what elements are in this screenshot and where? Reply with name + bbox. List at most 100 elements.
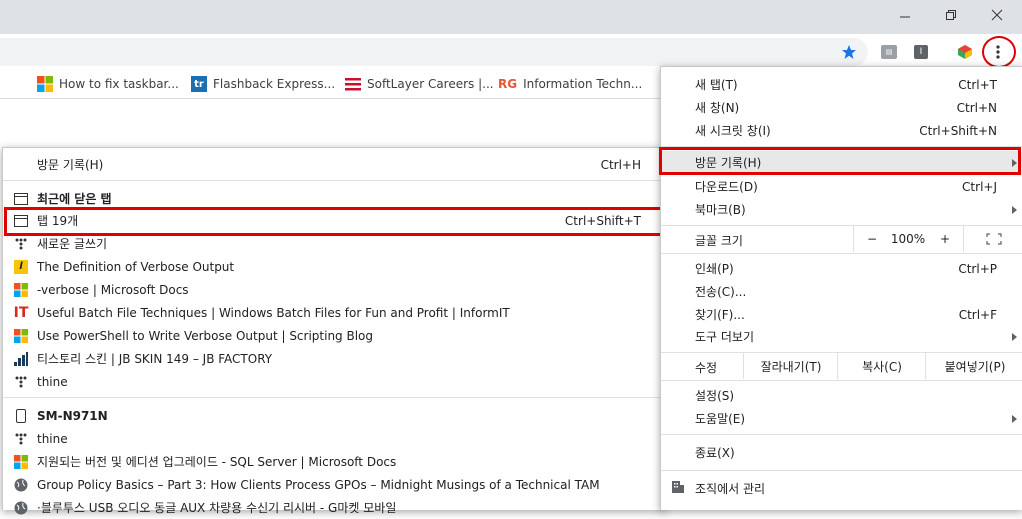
history-entry-label: The Definition of Verbose Output bbox=[37, 259, 235, 274]
zoom-level: 100% bbox=[889, 226, 927, 252]
zoom-value: 100% bbox=[890, 232, 926, 246]
device-label: SM-N971N bbox=[37, 408, 108, 423]
tr-logo-icon: tr bbox=[191, 76, 207, 92]
history-entry-label: Use PowerShell to Write Verbose Output |… bbox=[37, 328, 374, 343]
menu-print[interactable]: 인쇄(P) Ctrl+P bbox=[661, 257, 1022, 280]
close-icon bbox=[991, 9, 1003, 21]
dots-icon bbox=[13, 431, 29, 447]
restore-button[interactable] bbox=[928, 0, 974, 30]
history-entry[interactable]: Group Policy Basics – Part 3: How Client… bbox=[3, 473, 665, 496]
history-entry[interactable]: 지원되는 버전 및 에디션 업그레이드 - SQL Server | Micro… bbox=[3, 450, 665, 473]
extension-button-3[interactable] bbox=[955, 42, 975, 62]
history-entry[interactable]: 티스토리 스킨 | JB SKIN 149 – JB FACTORY bbox=[3, 347, 665, 370]
bookmark-star-button[interactable] bbox=[839, 42, 859, 62]
history-entry[interactable]: thine bbox=[3, 427, 665, 450]
separator bbox=[661, 470, 1022, 471]
menu-label: 찾기(F)... bbox=[695, 308, 745, 322]
history-entry-label: -verbose | Microsoft Docs bbox=[37, 282, 189, 297]
device-header: SM-N971N bbox=[3, 404, 665, 427]
history-entry-label: 티스토리 스킨 | JB SKIN 149 – JB FACTORY bbox=[37, 352, 273, 366]
separator bbox=[661, 380, 1022, 381]
menu-label: 새 탭(T) bbox=[695, 78, 738, 92]
history-entry[interactable]: IT Useful Batch File Techniques | Window… bbox=[3, 301, 665, 324]
restore-icon bbox=[946, 10, 956, 20]
zoom-out-button[interactable]: − bbox=[853, 226, 890, 252]
menu-find[interactable]: 찾기(F)... Ctrl+F bbox=[661, 303, 1022, 326]
menu-cast[interactable]: 전송(C)... bbox=[661, 280, 1022, 303]
fullscreen-button[interactable] bbox=[963, 226, 1022, 252]
menu-shortcut: Ctrl+J bbox=[962, 179, 997, 194]
history-menu-highlight bbox=[659, 147, 1021, 175]
menu-label: 다운로드(D) bbox=[695, 180, 758, 194]
address-bar[interactable] bbox=[0, 38, 868, 66]
close-window-button[interactable] bbox=[974, 0, 1020, 30]
menu-label: 종료(X) bbox=[695, 446, 735, 460]
menu-more-tools[interactable]: 도구 더보기 bbox=[661, 325, 1022, 348]
minimize-button[interactable] bbox=[882, 0, 928, 30]
history-entry-label: Group Policy Basics – Part 3: How Client… bbox=[37, 477, 600, 492]
menu-downloads[interactable]: 다운로드(D) Ctrl+J bbox=[661, 175, 1022, 198]
menu-managed[interactable]: 조직에서 관리 bbox=[661, 477, 1022, 500]
menu-bookmarks[interactable]: 북마크(B) bbox=[661, 198, 1022, 221]
copy-button[interactable]: 복사(C) bbox=[837, 353, 926, 379]
rg-logo-icon: RG bbox=[498, 77, 518, 91]
menu-new-tab[interactable]: 새 탭(T) Ctrl+T bbox=[661, 73, 1022, 96]
edit-label: 수정 bbox=[695, 361, 718, 375]
bookmark-label: How to fix taskbar... bbox=[59, 77, 179, 91]
bars-icon bbox=[13, 351, 29, 367]
menu-label: 도움말(E) bbox=[695, 412, 746, 426]
bookmark-item-3[interactable]: SoftLayer Careers |... bbox=[345, 70, 494, 98]
ms-logo-icon bbox=[13, 328, 29, 344]
zoom-in-label: + bbox=[939, 232, 951, 246]
menu-exit[interactable]: 종료(X) bbox=[661, 441, 1022, 464]
cut-label: 잘라내기(T) bbox=[760, 359, 822, 374]
history-entry[interactable]: thine bbox=[3, 370, 665, 393]
star-icon bbox=[842, 45, 856, 59]
menu-label: 북마크(B) bbox=[695, 203, 746, 217]
history-entry[interactable]: 새로운 글쓰기 bbox=[3, 232, 665, 255]
softlayer-logo-icon bbox=[345, 78, 361, 91]
cut-button[interactable]: 잘라내기(T) bbox=[743, 353, 838, 379]
history-entry[interactable]: -verbose | Microsoft Docs bbox=[3, 278, 665, 301]
extension-button-2[interactable]: I bbox=[911, 42, 931, 62]
menu-label: 설정(S) bbox=[695, 389, 735, 403]
zoom-in-button[interactable]: + bbox=[927, 226, 963, 252]
extension-i-icon: I bbox=[914, 45, 928, 59]
minimize-icon bbox=[900, 16, 910, 18]
paste-button[interactable]: 붙여넣기(P) bbox=[925, 353, 1022, 379]
fullscreen-icon bbox=[986, 233, 1002, 245]
cube-extension-icon bbox=[958, 45, 972, 59]
separator bbox=[661, 434, 1022, 435]
history-entry[interactable]: Use PowerShell to Write Verbose Output |… bbox=[3, 324, 665, 347]
menu-incognito[interactable]: 새 시크릿 창(I) Ctrl+Shift+N bbox=[661, 119, 1022, 142]
menu-label: 새 시크릿 창(I) bbox=[695, 124, 771, 138]
globe-icon bbox=[13, 500, 29, 516]
history-entry[interactable]: ·블루투스 USB 오디오 동글 AUX 차량용 수신기 리시버 - G마켓 모… bbox=[3, 496, 665, 519]
history-label: 방문 기록(H) bbox=[37, 158, 104, 172]
history-entry-label: ·블루투스 USB 오디오 동글 AUX 차량용 수신기 리시버 - G마켓 모… bbox=[37, 501, 397, 515]
bookmark-item-4[interactable]: RG Information Techn... bbox=[498, 70, 642, 98]
history-entry-label: Useful Batch File Techniques | Windows B… bbox=[37, 305, 510, 320]
bookmark-item-2[interactable]: tr Flashback Express... bbox=[191, 70, 335, 98]
menu-button-highlight bbox=[982, 36, 1016, 68]
paste-label: 붙여넣기(P) bbox=[944, 359, 1006, 374]
bookmark-label: Flashback Express... bbox=[213, 77, 336, 91]
menu-help[interactable]: 도움말(E) bbox=[661, 407, 1022, 430]
bookmark-label: SoftLayer Careers |... bbox=[367, 77, 494, 91]
extension-button-1[interactable]: ▤ bbox=[879, 42, 899, 62]
history-item[interactable]: 방문 기록(H) Ctrl+H bbox=[3, 153, 665, 176]
bookmark-item-1[interactable]: How to fix taskbar... bbox=[37, 70, 179, 98]
menu-settings[interactable]: 설정(S) bbox=[661, 384, 1022, 407]
history-entry-label: 지원되는 버전 및 에디션 업그레이드 - SQL Server | Micro… bbox=[37, 455, 397, 469]
menu-shortcut: Ctrl+P bbox=[958, 261, 997, 276]
menu-shortcut: Ctrl+T bbox=[958, 77, 997, 92]
l-logo-icon: l bbox=[13, 259, 29, 275]
submenu-arrow-icon bbox=[1012, 414, 1017, 423]
menu-label: 도구 더보기 bbox=[695, 330, 755, 344]
menu-new-window[interactable]: 새 창(N) Ctrl+N bbox=[661, 96, 1022, 119]
building-icon bbox=[671, 480, 685, 497]
separator bbox=[3, 397, 665, 398]
globe-icon bbox=[13, 477, 29, 493]
history-entry[interactable]: l The Definition of Verbose Output bbox=[3, 255, 665, 278]
menu-label: 조직에서 관리 bbox=[695, 482, 766, 496]
